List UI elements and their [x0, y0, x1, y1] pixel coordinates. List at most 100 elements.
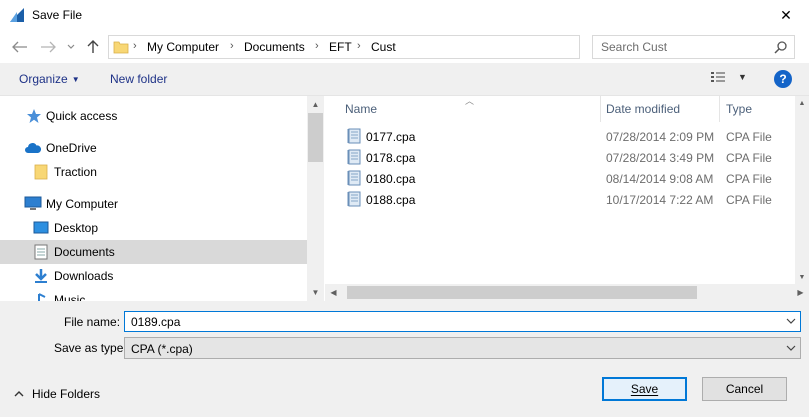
- column-header-date[interactable]: Date modified: [601, 96, 719, 122]
- scroll-down-icon[interactable]: ▼: [307, 284, 324, 301]
- cancel-button[interactable]: Cancel: [702, 377, 787, 401]
- scroll-down-icon[interactable]: ▼: [795, 270, 809, 284]
- file-type: CPA File: [726, 130, 772, 144]
- column-header-label: Name: [345, 102, 378, 116]
- breadcrumb-separator: ›: [133, 40, 137, 52]
- cpa-file-icon: [347, 191, 361, 207]
- scroll-thumb[interactable]: [308, 113, 323, 162]
- scroll-left-icon[interactable]: ◀: [325, 284, 342, 301]
- save-label: Save: [630, 382, 659, 396]
- organize-menu[interactable]: Organize ▼: [19, 72, 80, 86]
- breadcrumb-eft[interactable]: EFT: [329, 40, 352, 54]
- chevron-down-icon: [67, 44, 75, 49]
- recent-locations-button[interactable]: [64, 37, 78, 57]
- file-row[interactable]: 0178.cpa 07/28/2014 3:49 PM CPA File: [325, 147, 795, 168]
- nav-item-label: Documents: [54, 245, 115, 259]
- organize-label: Organize: [19, 72, 68, 86]
- command-toolbar: Organize ▼ New folder ▼ ?: [0, 63, 809, 96]
- file-date: 10/17/2014 7:22 AM: [606, 193, 714, 207]
- title-bar: Save File ✕: [0, 0, 809, 31]
- search-input[interactable]: Search Cust: [592, 35, 795, 59]
- search-placeholder: Search Cust: [601, 40, 668, 54]
- cpa-file-icon: [347, 149, 361, 165]
- file-type: CPA File: [726, 151, 772, 165]
- file-list-vertical-scrollbar[interactable]: ▲ ▼: [795, 96, 809, 284]
- navigation-bar: › My Computer › Documents › EFT › Cust S…: [0, 31, 809, 63]
- arrow-up-icon: [87, 40, 99, 53]
- nav-item-label: Music: [54, 293, 86, 301]
- file-name-value: 0189.cpa: [131, 315, 181, 329]
- folder-icon: [34, 164, 48, 180]
- nav-item-label: Desktop: [54, 221, 99, 235]
- navigation-pane: Quick access OneDrive Traction My Comput…: [0, 96, 324, 301]
- star-icon: [27, 109, 41, 123]
- file-date: 07/28/2014 2:09 PM: [606, 130, 715, 144]
- forward-button[interactable]: [38, 37, 58, 57]
- close-button[interactable]: ✕: [763, 0, 809, 31]
- folder-icon: [113, 41, 129, 54]
- column-header-name[interactable]: Name: [325, 96, 600, 122]
- hide-folders-button[interactable]: Hide Folders: [14, 387, 100, 401]
- column-header-type[interactable]: Type: [720, 96, 795, 122]
- breadcrumb-documents[interactable]: Documents: [244, 40, 305, 54]
- music-icon: [38, 293, 46, 301]
- scroll-up-icon[interactable]: ▲: [795, 96, 809, 110]
- desktop-icon: [33, 221, 49, 234]
- breadcrumb-cust[interactable]: Cust: [371, 40, 396, 54]
- nav-item-traction[interactable]: Traction: [0, 160, 307, 184]
- caret-down-icon: ▼: [738, 72, 747, 82]
- cpa-file-icon: [347, 170, 361, 186]
- nav-item-label: Quick access: [46, 109, 118, 123]
- cpa-file-icon: [347, 128, 361, 144]
- window-title: Save File: [32, 8, 83, 22]
- nav-item-label: Traction: [54, 165, 97, 179]
- file-type: CPA File: [726, 172, 772, 186]
- file-date: 08/14/2014 9:08 AM: [606, 172, 714, 186]
- save-type-value: CPA (*.cpa): [131, 342, 193, 356]
- file-name: 0180.cpa: [366, 172, 416, 186]
- file-list-horizontal-scrollbar[interactable]: ◀ ▶: [325, 284, 809, 301]
- scroll-up-icon[interactable]: ▲: [307, 96, 324, 113]
- file-name: 0178.cpa: [366, 151, 416, 165]
- save-button[interactable]: Save: [602, 377, 687, 401]
- column-header-label: Type: [726, 102, 753, 116]
- save-type-label: Save as type:: [54, 341, 127, 355]
- nav-item-documents[interactable]: Documents: [0, 240, 307, 264]
- app-icon: [10, 8, 24, 22]
- breadcrumb-separator: ›: [357, 40, 361, 52]
- file-name: 0177.cpa: [366, 130, 416, 144]
- close-icon: ✕: [780, 7, 792, 23]
- change-view-button[interactable]: ▼: [710, 71, 747, 83]
- chevron-down-icon[interactable]: [786, 315, 796, 327]
- up-button[interactable]: [84, 37, 102, 57]
- nav-item-quick-access[interactable]: Quick access: [0, 104, 307, 128]
- file-date: 07/28/2014 3:49 PM: [606, 151, 715, 165]
- help-button[interactable]: ?: [774, 70, 792, 88]
- file-row[interactable]: 0188.cpa 10/17/2014 7:22 AM CPA File: [325, 189, 795, 210]
- chevron-down-icon: [786, 345, 796, 351]
- save-type-select[interactable]: CPA (*.cpa): [124, 337, 801, 359]
- scroll-right-icon[interactable]: ▶: [792, 284, 809, 301]
- nav-item-onedrive[interactable]: OneDrive: [0, 136, 307, 160]
- nav-item-music[interactable]: Music: [0, 288, 307, 301]
- scroll-thumb[interactable]: [347, 286, 697, 299]
- nav-scrollbar[interactable]: ▲ ▼: [307, 96, 324, 301]
- file-row[interactable]: 0180.cpa 08/14/2014 9:08 AM CPA File: [325, 168, 795, 189]
- nav-item-desktop[interactable]: Desktop: [0, 216, 307, 240]
- file-list: ︿ Name Date modified Type 0177.cpa 07/28…: [325, 96, 809, 301]
- details-view-icon: [711, 72, 725, 82]
- back-button[interactable]: [10, 37, 30, 57]
- nav-item-downloads[interactable]: Downloads: [0, 264, 307, 288]
- save-form: File name: 0189.cpa Save as type: CPA (*…: [0, 301, 809, 417]
- breadcrumb-separator: ›: [230, 40, 234, 52]
- nav-item-my-computer[interactable]: My Computer: [0, 192, 307, 216]
- hide-folders-label: Hide Folders: [32, 387, 101, 401]
- breadcrumb-my-computer[interactable]: My Computer: [147, 40, 219, 54]
- new-folder-button[interactable]: New folder: [110, 72, 167, 86]
- address-bar[interactable]: › My Computer › Documents › EFT › Cust: [108, 35, 684, 59]
- computer-icon: [24, 196, 42, 210]
- file-row[interactable]: 0177.cpa 07/28/2014 2:09 PM CPA File: [325, 126, 795, 147]
- file-name-field[interactable]: 0189.cpa: [124, 311, 801, 332]
- caret-down-icon: ▼: [71, 75, 80, 84]
- file-name-label: File name:: [64, 315, 121, 329]
